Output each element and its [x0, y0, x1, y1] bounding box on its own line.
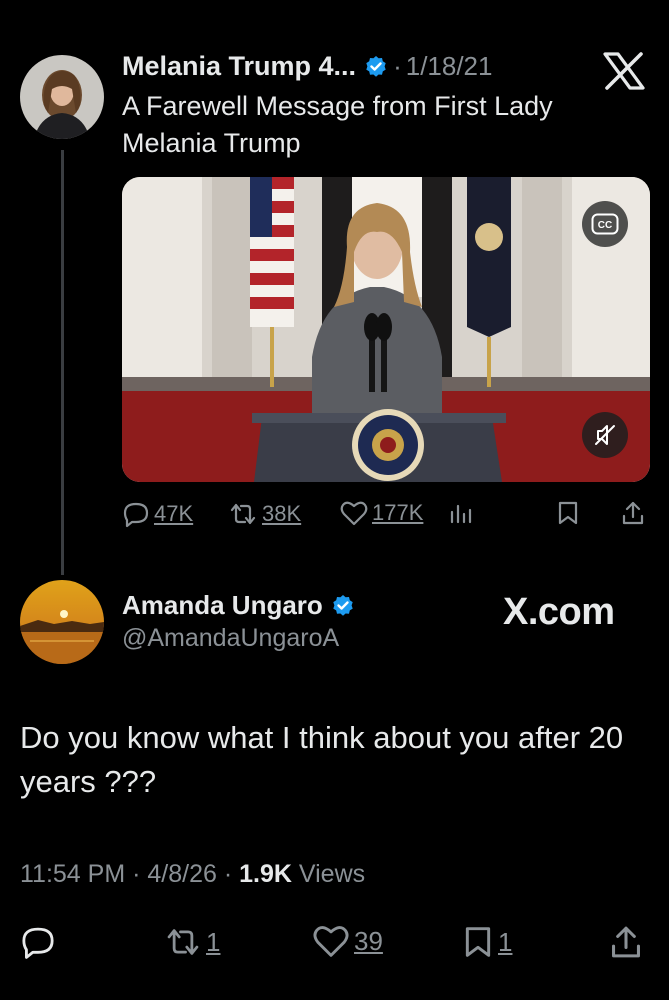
- qt-repost-count: 38K: [262, 501, 302, 526]
- qt-reply-button[interactable]: 47K: [122, 500, 193, 528]
- header-separator: ·: [393, 51, 402, 81]
- like-count: 39: [354, 925, 383, 956]
- closed-captions-button[interactable]: CC: [582, 201, 628, 247]
- qt-like-button[interactable]: 177K: [340, 500, 423, 526]
- quoted-author-name[interactable]: Melania Trump 4...: [122, 51, 356, 82]
- qt-repost-button[interactable]: 38K: [228, 500, 301, 528]
- bookmark-count: 1: [498, 926, 513, 957]
- quoted-tweet-actions: 47K 38K 177K: [122, 500, 650, 536]
- meta-separator: ·: [223, 860, 233, 888]
- reply-icon: [22, 927, 54, 959]
- x-logo-icon: [603, 52, 645, 90]
- repost-icon: [230, 503, 256, 525]
- quoted-tweet-date[interactable]: 1/18/21: [406, 51, 493, 82]
- mute-icon: [595, 425, 615, 445]
- tweet-meta: 11:54 PM · 4/8/26 · 1.9K Views: [20, 860, 365, 889]
- author-handle[interactable]: @AmandaUngaroA: [122, 624, 339, 653]
- share-icon: [612, 926, 640, 958]
- share-icon: [622, 501, 644, 525]
- repost-icon: [167, 929, 199, 955]
- quoted-tweet-header: Melania Trump 4... · 1/18/21: [122, 51, 492, 82]
- bookmark-icon: [465, 927, 491, 957]
- views-count: 1.9K: [239, 860, 292, 888]
- cc-icon: CC: [591, 213, 619, 235]
- meta-separator: ·: [132, 860, 141, 888]
- qt-reply-count: 47K: [154, 501, 194, 526]
- mute-button[interactable]: [582, 412, 628, 458]
- reply-button[interactable]: [20, 924, 56, 960]
- quoted-author-avatar[interactable]: [20, 55, 104, 139]
- repost-count: 1: [206, 926, 221, 957]
- like-icon: [313, 926, 349, 957]
- verified-badge-icon: [333, 594, 353, 616]
- tweet-date[interactable]: 4/8/26: [147, 860, 217, 888]
- qt-like-count: 177K: [372, 500, 424, 525]
- video-thumbnail: [122, 177, 650, 482]
- qt-bookmark-button[interactable]: [556, 500, 580, 526]
- thread-connector-line: [61, 150, 64, 575]
- author-name-row: Amanda Ungaro: [122, 590, 355, 621]
- quoted-tweet-text: A Farewell Message from First Lady Melan…: [122, 91, 553, 158]
- xcom-watermark: X.com: [503, 591, 615, 633]
- tweet-screen: Melania Trump 4... · 1/18/21 A Farewell …: [0, 0, 669, 1000]
- analytics-icon: [450, 504, 472, 524]
- repost-button[interactable]: 1: [164, 924, 220, 960]
- bookmark-icon: [558, 501, 578, 525]
- reply-icon: [123, 502, 149, 528]
- quoted-tweet-video[interactable]: CC: [122, 177, 650, 482]
- tweet-text: Do you know what I think about you after…: [20, 720, 624, 799]
- author-name[interactable]: Amanda Ungaro: [122, 590, 323, 621]
- like-button[interactable]: 39: [312, 924, 383, 958]
- tweet-actions: 1 39 1: [20, 924, 650, 964]
- svg-text:CC: CC: [598, 220, 612, 231]
- like-icon: [340, 501, 368, 526]
- author-avatar[interactable]: [20, 580, 104, 664]
- verified-badge-icon: [366, 55, 386, 77]
- tweet-time[interactable]: 11:54 PM: [20, 860, 125, 888]
- views-label: Views: [298, 860, 366, 888]
- qt-analytics-button[interactable]: [448, 500, 474, 526]
- share-button[interactable]: [608, 924, 644, 960]
- qt-share-button[interactable]: [620, 500, 646, 526]
- bookmark-button[interactable]: 1: [462, 924, 512, 960]
